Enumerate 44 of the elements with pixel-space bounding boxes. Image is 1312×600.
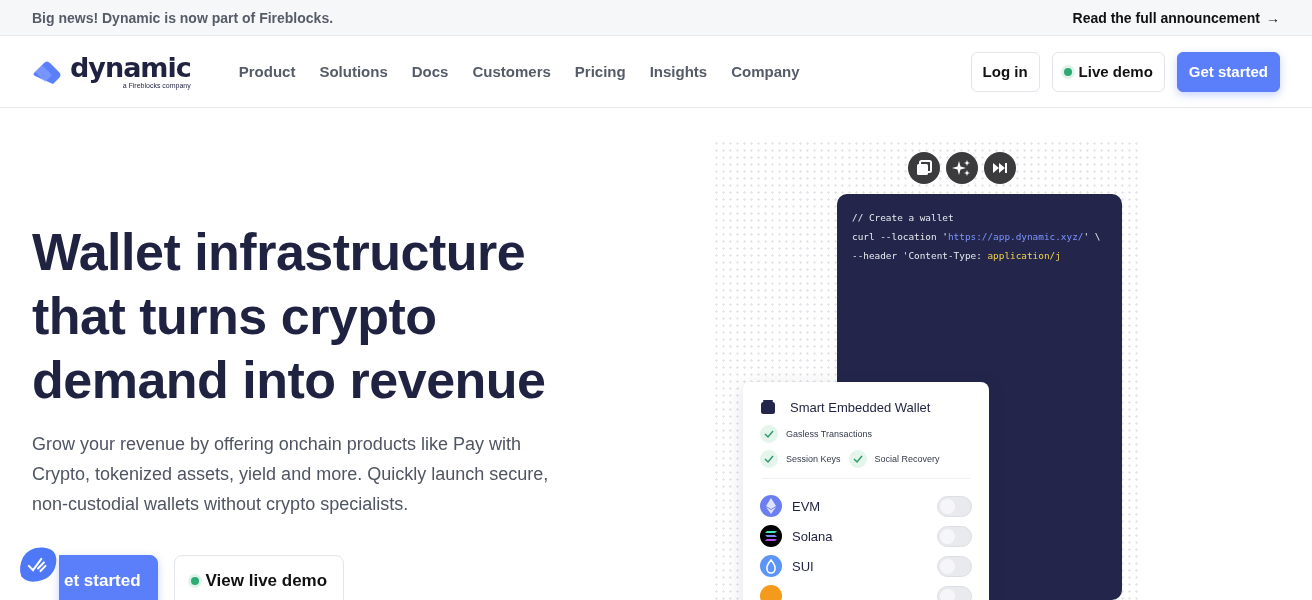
nav-link[interactable]: Pricing [574, 63, 626, 80]
checkmark-icon [848, 450, 867, 468]
code-line: curl --location 'https://app.dynamic.xyz/' \ [852, 230, 1101, 244]
hero-subtitle: Grow your revenue by offering onchain products like Pay with Crypto, tokenized assets, yield and more. Quickly launch secure, non-custodial wallets without crypto specialists. [32, 433, 550, 516]
announcement-text: Big news! Dynamic is now part of Fireblocks. [32, 9, 334, 26]
toggle-switch[interactable] [937, 585, 972, 600]
live-demo-button[interactable]: Live demo [1051, 51, 1165, 92]
chain-name: Solana [792, 528, 833, 544]
nav-link[interactable]: Insights [649, 63, 708, 80]
ethereum-icon [760, 495, 782, 517]
solana-icon [760, 525, 782, 547]
get-started-button[interactable]: et started [59, 555, 158, 600]
nav-link[interactable]: Docs [411, 63, 449, 80]
status-dot-icon [1063, 67, 1072, 76]
code-line: --header 'Content-Type: application/j [852, 249, 1061, 263]
toggle-switch[interactable] [937, 525, 972, 547]
login-button[interactable]: Log in [970, 51, 1040, 92]
checkmark-icon [760, 425, 778, 443]
water-drop-icon [760, 555, 782, 577]
copy-icon[interactable] [908, 152, 940, 184]
hero-title: Wallet infrastructure that turns crypto demand into revenue [32, 222, 547, 411]
nav-link[interactable]: Company [731, 63, 800, 80]
announcement-link[interactable]: Read the full announcement → [1072, 9, 1280, 26]
code-line: // Create a wallet [852, 211, 954, 225]
live-demo-button[interactable]: View live demo [173, 555, 345, 600]
chain-name: EVM [792, 498, 821, 514]
toggle-switch[interactable] [937, 555, 972, 577]
checkmark-icon [760, 450, 778, 468]
toggle-switch[interactable] [937, 495, 972, 517]
card-title: Smart Embedded Wallet [790, 399, 931, 415]
sparkle-icon[interactable] [946, 152, 978, 184]
feature-label: Social Recovery [874, 454, 940, 464]
chain-name: SUI [792, 558, 814, 574]
wallet-icon [760, 399, 776, 415]
status-dot-icon [190, 577, 199, 585]
checkmark-badge-icon[interactable] [18, 545, 58, 585]
skip-forward-icon[interactable] [984, 152, 1016, 184]
feature-label: Session Keys [786, 454, 841, 464]
get-started-button[interactable]: Get started [1176, 51, 1280, 92]
nav-link[interactable]: Product [238, 63, 296, 80]
nav-link[interactable]: Customers [472, 63, 551, 80]
brand-name: dynamic [70, 54, 191, 82]
nav-link[interactable]: Solutions [319, 63, 388, 80]
feature-label: Gasless Transactions [786, 429, 873, 439]
